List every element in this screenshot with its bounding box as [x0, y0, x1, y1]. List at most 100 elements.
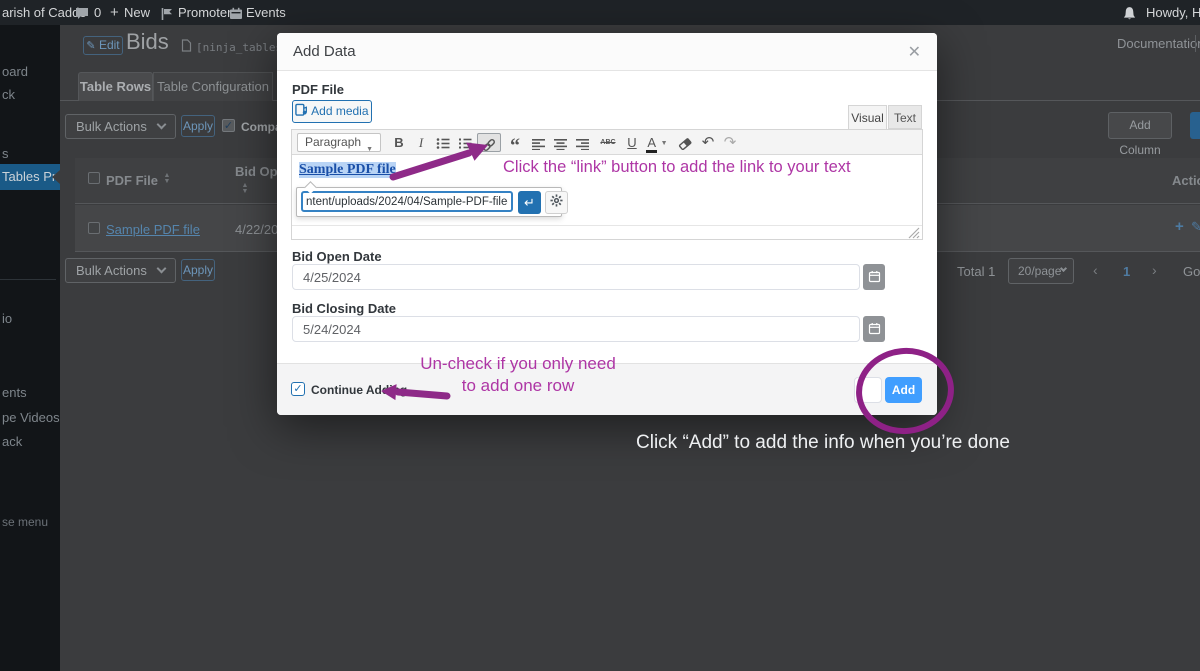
underline-button[interactable]: U [623, 133, 641, 152]
modal-title: Add Data [293, 43, 356, 60]
cancel-button[interactable] [854, 377, 882, 403]
sort-icon[interactable]: ▲▼ [241, 183, 249, 195]
bulk-actions-select-top[interactable]: Bulk Actions [65, 114, 176, 139]
tab-table-rows[interactable]: Table Rows [78, 72, 153, 101]
howdy-menu[interactable]: Howdy, Hayl [1146, 0, 1200, 25]
comments-icon[interactable] [75, 0, 89, 25]
sidebar-item-3[interactable]: s [2, 146, 9, 161]
sidebar-item-8[interactable]: ack [2, 434, 22, 449]
page-title: Bids [126, 29, 169, 55]
add-data-button-cut[interactable] [1190, 112, 1200, 139]
per-page-select[interactable]: 20/page [1008, 258, 1074, 284]
undo-icon[interactable]: ↶ [698, 133, 718, 152]
row-checkbox[interactable] [88, 222, 100, 234]
pdf-file-label: PDF File [292, 82, 344, 97]
sample-pdf-link[interactable]: Sample PDF file [299, 162, 396, 178]
chevron-down-icon: ▼ [661, 140, 668, 147]
text-color-button[interactable]: A ▼ [643, 133, 671, 152]
plus-icon[interactable]: + [110, 0, 119, 25]
shortcode-copy-icon[interactable] [181, 39, 192, 57]
chevron-down-icon [157, 120, 167, 130]
sidebar-item-5[interactable]: io [2, 311, 12, 326]
column-header-bid-open[interactable]: Bid Ope [235, 164, 277, 179]
apply-button-top[interactable]: Apply [181, 115, 215, 137]
next-page-icon[interactable]: › [1152, 262, 1157, 278]
enter-icon: ↵ [524, 195, 535, 210]
align-right-icon [576, 138, 589, 150]
sidebar-item-2[interactable]: ck [2, 87, 15, 102]
bid-open-date-input[interactable] [292, 264, 860, 290]
align-left-icon [532, 138, 545, 150]
column-header-pdf-file[interactable]: PDF File [106, 173, 158, 188]
promoter-menu[interactable]: Promoter [178, 0, 231, 25]
blockquote-button[interactable]: “ [505, 133, 525, 152]
numbered-list-button[interactable] [455, 133, 475, 152]
add-media-button[interactable]: Add media [292, 100, 372, 123]
link-button[interactable] [477, 133, 501, 152]
prev-page-icon[interactable]: ‹ [1093, 262, 1098, 278]
flag-icon[interactable] [160, 0, 174, 25]
check-icon: ✓ [224, 120, 233, 132]
gear-icon [550, 194, 563, 207]
row-edit-icon[interactable]: ✎ [1191, 219, 1200, 235]
numbered-list-icon [458, 137, 472, 150]
tab-visual[interactable]: Visual [848, 105, 887, 129]
align-right-button[interactable] [572, 133, 592, 152]
remove-format-button[interactable] [675, 133, 695, 152]
bid-closing-calendar-button[interactable] [863, 316, 885, 342]
shortcode[interactable]: [ninja_tables id="59 [196, 41, 277, 54]
eraser-icon [678, 137, 692, 150]
link-settings-button[interactable] [545, 191, 568, 214]
tab-table-configuration[interactable]: Table Configuration [153, 72, 273, 101]
editor-content[interactable]: Sample PDF file ↵ [292, 155, 922, 225]
apply-link-button[interactable]: ↵ [518, 191, 541, 214]
bid-closing-date-input[interactable] [292, 316, 860, 342]
apply-button-bottom[interactable]: Apply [181, 259, 215, 281]
tab-text[interactable]: Text [888, 105, 922, 129]
link-icon [482, 138, 496, 152]
collapse-menu[interactable]: se menu [2, 515, 48, 529]
sidebar-item-ninja-tables-pro[interactable]: Tables Pro [0, 164, 60, 190]
bid-open-date-label: Bid Open Date [292, 249, 382, 264]
column-header-actions: Actio [1172, 173, 1200, 188]
bold-button[interactable]: B [389, 133, 409, 152]
site-name-menu[interactable]: arish of Caddo [2, 0, 87, 25]
documentation-link[interactable]: Documentation [1117, 36, 1200, 51]
bulk-actions-select-bottom[interactable]: Bulk Actions [65, 258, 176, 283]
sidebar-item-dashboard[interactable]: oard [2, 64, 28, 79]
bell-icon[interactable] [1122, 0, 1137, 25]
calendar-icon[interactable] [229, 0, 243, 25]
align-left-button[interactable] [528, 133, 548, 152]
italic-button[interactable]: I [411, 133, 431, 152]
paragraph-format-select[interactable]: Paragraph ▼ [297, 133, 381, 152]
sidebar-item-7[interactable]: pe Videos [2, 410, 60, 425]
bid-open-calendar-button[interactable] [863, 264, 885, 290]
close-icon[interactable]: ✕ [908, 42, 921, 62]
align-center-button[interactable] [550, 133, 570, 152]
comments-count[interactable]: 0 [94, 0, 101, 25]
add-data-modal: Add Data ✕ PDF File Add media Visual Tex… [277, 33, 937, 415]
align-center-icon [554, 138, 567, 150]
pagination-total: Total 1 [957, 264, 995, 279]
continue-adding-label: Continue Adding [311, 383, 407, 397]
edit-button[interactable]: ✎ Edit [83, 36, 123, 55]
compact-checkbox[interactable]: ✓ [222, 119, 235, 132]
row-add-icon[interactable]: + [1175, 218, 1184, 235]
redo-icon[interactable]: ↷ [720, 133, 740, 152]
add-button[interactable]: Add [885, 377, 922, 403]
sidebar-item-6[interactable]: ents [2, 385, 27, 400]
events-menu[interactable]: Events [246, 0, 286, 25]
resize-grip-icon[interactable] [908, 227, 920, 239]
current-page[interactable]: 1 [1123, 264, 1130, 279]
new-menu[interactable]: New [124, 0, 150, 25]
continue-adding-checkbox[interactable]: ✓ [291, 382, 305, 396]
sort-icon[interactable]: ▲▼ [163, 173, 171, 185]
row-pdf-link[interactable]: Sample PDF file [106, 222, 200, 237]
select-all-checkbox[interactable] [88, 172, 100, 184]
media-icon [295, 103, 308, 117]
editor-toolbar: Paragraph ▼ B I “ [292, 130, 922, 155]
bullet-list-button[interactable] [433, 133, 453, 152]
link-url-input[interactable] [301, 191, 513, 212]
add-column-button[interactable]: Add Column [1108, 112, 1172, 139]
strikethrough-button[interactable]: ABC [595, 133, 621, 152]
